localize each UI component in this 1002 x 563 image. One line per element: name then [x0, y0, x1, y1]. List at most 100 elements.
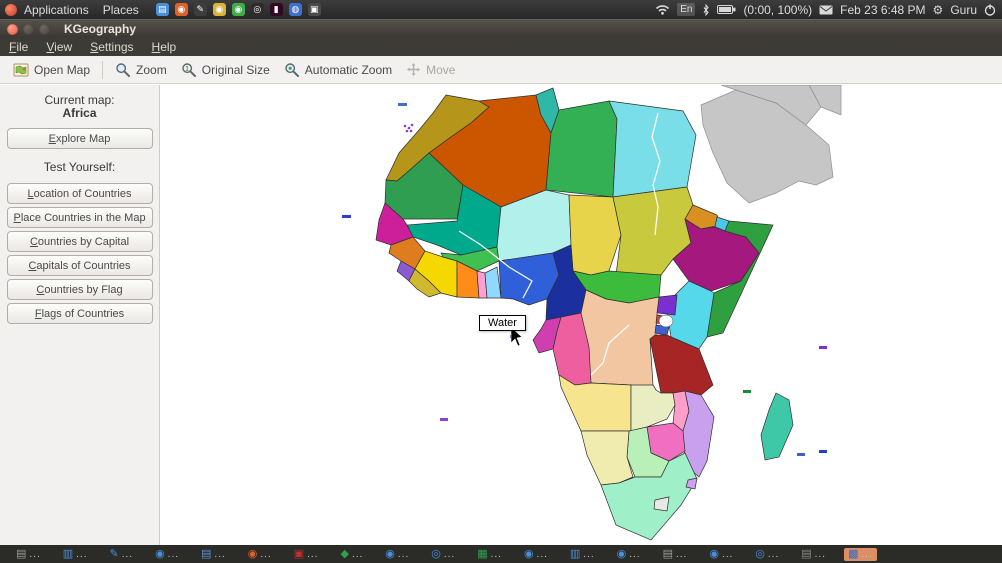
power-icon[interactable]: [984, 4, 996, 16]
country-egypt[interactable]: [608, 100, 697, 198]
app-icon: ◉: [709, 547, 719, 560]
country-namibia[interactable]: [580, 430, 634, 486]
minimize-button[interactable]: [23, 23, 34, 35]
taskbar-item-label: ...: [167, 548, 180, 560]
taskbar-item[interactable]: ▤...: [659, 548, 692, 561]
user-menu[interactable]: Guru: [950, 3, 977, 17]
taskbar-item-kgeography-active[interactable]: ▩...: [844, 547, 877, 561]
taskbar-item[interactable]: ◉...: [244, 548, 276, 561]
map-canvas[interactable]: Water: [161, 85, 1002, 545]
taskbar-item-label: ...: [583, 548, 595, 560]
wifi-icon[interactable]: [655, 4, 670, 15]
zoom-icon: [116, 62, 131, 77]
taskbar-item[interactable]: ✎...: [106, 548, 138, 561]
country-madagascar[interactable]: [760, 392, 794, 461]
icon-glyph: ▮: [273, 4, 279, 14]
dark-app-icon[interactable]: ◎: [250, 3, 264, 16]
bluetooth-icon[interactable]: [702, 3, 710, 16]
automatic-zoom-icon: [285, 62, 299, 77]
taskbar-item-label: ...: [397, 548, 410, 560]
window-list-taskbar: ▤... ▥... ✎... ◉... ▤... ◉... ▣... ◆... …: [0, 545, 1002, 563]
taskbar-item[interactable]: ◉...: [613, 548, 645, 561]
automatic-zoom-button[interactable]: Automatic Zoom: [277, 59, 399, 81]
flags-of-countries-button[interactable]: Flags of Countries: [6, 303, 153, 324]
country-uganda[interactable]: [656, 294, 678, 316]
maximize-button[interactable]: [39, 23, 50, 35]
taskbar-item[interactable]: ▤...: [197, 548, 230, 561]
zoom-button[interactable]: Zoom: [108, 59, 174, 81]
taskbar-item[interactable]: ▤...: [797, 548, 830, 561]
applications-menu[interactable]: Applications: [17, 3, 96, 17]
location-of-countries-button[interactable]: Location of Countries: [6, 183, 153, 204]
taskbar-item[interactable]: ◉...: [381, 548, 413, 561]
taskbar-item-label: ...: [861, 548, 873, 560]
taskbar-item[interactable]: ▤...: [12, 548, 45, 561]
icon-glyph: ◉: [234, 4, 243, 14]
terminal-icon[interactable]: ▮: [269, 3, 283, 16]
window-title: KGeography: [64, 22, 137, 36]
app-icon: ▥: [569, 547, 581, 560]
automatic-zoom-label: Automatic Zoom: [304, 62, 393, 77]
distributor-logo-icon[interactable]: [5, 3, 17, 16]
taskbar-item[interactable]: ◎...: [751, 548, 783, 561]
text-editor-icon[interactable]: ✎: [193, 3, 207, 16]
capitals-of-countries-button[interactable]: Capitals of Countries: [6, 255, 153, 276]
menubar: File View Settings Help: [0, 38, 1002, 56]
island-mauritius[interactable]: [819, 450, 827, 453]
browser-icon[interactable]: ◉: [174, 3, 188, 16]
taskbar-item-label: ...: [443, 548, 456, 560]
places-menu[interactable]: Places: [96, 3, 146, 17]
app-icon: ▦: [477, 547, 488, 560]
media-player-icon[interactable]: ◉: [231, 3, 245, 16]
taskbar-item[interactable]: ◎...: [427, 548, 459, 561]
country-drc[interactable]: [580, 289, 660, 391]
country-benin[interactable]: [484, 266, 502, 299]
open-map-button[interactable]: Open Map: [6, 59, 97, 81]
app-icon: ◉: [616, 547, 627, 560]
move-button: Move: [399, 59, 462, 80]
menu-file[interactable]: File: [0, 40, 37, 54]
taskbar-item[interactable]: ▥...: [566, 548, 599, 561]
clock[interactable]: Feb 23 6:48 PM: [840, 3, 925, 17]
lake-victoria: [658, 314, 674, 328]
africa-map[interactable]: [161, 85, 1002, 545]
app-icon: ◉: [523, 547, 534, 560]
move-icon: [407, 63, 421, 76]
island-canary[interactable]: [398, 103, 407, 106]
taskbar-item[interactable]: ▣...: [290, 548, 323, 561]
country-tanzania[interactable]: [649, 334, 714, 396]
countries-by-capital-button[interactable]: Countries by Capital: [6, 231, 153, 252]
island-madeira-cluster[interactable]: [403, 123, 414, 133]
taskbar-item[interactable]: ◉...: [705, 548, 737, 561]
files-icon[interactable]: ▤: [155, 3, 169, 16]
taskbar-item[interactable]: ◉...: [520, 548, 552, 561]
camera-icon[interactable]: ▣: [307, 3, 321, 16]
countries-by-flag-button[interactable]: Countries by Flag: [6, 279, 153, 300]
taskbar-item-label: ...: [490, 548, 502, 560]
island-comoros[interactable]: [819, 346, 827, 349]
menu-view[interactable]: View: [37, 40, 81, 54]
place-countries-button[interactable]: Place Countries in the Map: [6, 207, 153, 228]
taskbar-item-label: ...: [214, 548, 226, 560]
island-cape-verde[interactable]: [342, 215, 351, 218]
window-titlebar[interactable]: KGeography: [0, 19, 1002, 38]
battery-icon[interactable]: [717, 4, 736, 15]
close-button[interactable]: [7, 23, 18, 35]
island-seychelles[interactable]: [743, 390, 751, 393]
original-size-button[interactable]: 1 Original Size: [174, 59, 277, 81]
chat-icon[interactable]: ◍: [288, 3, 302, 16]
chrome-icon[interactable]: ◉: [212, 3, 226, 16]
taskbar-item[interactable]: ▥...: [59, 548, 92, 561]
gear-icon[interactable]: ⚙: [933, 3, 944, 17]
taskbar-item[interactable]: ◉...: [151, 548, 183, 561]
island-reunion[interactable]: [797, 453, 805, 456]
explore-map-button[interactable]: Explore Map: [6, 128, 153, 149]
keyboard-layout-indicator[interactable]: En: [677, 3, 696, 16]
taskbar-item[interactable]: ▦...: [473, 548, 506, 561]
country-chad[interactable]: [568, 194, 622, 276]
island-st-helena[interactable]: [440, 418, 448, 421]
menu-settings[interactable]: Settings: [81, 40, 142, 54]
envelope-icon[interactable]: [819, 5, 833, 15]
taskbar-item[interactable]: ◆...: [336, 548, 367, 561]
menu-help[interactable]: Help: [143, 40, 186, 54]
